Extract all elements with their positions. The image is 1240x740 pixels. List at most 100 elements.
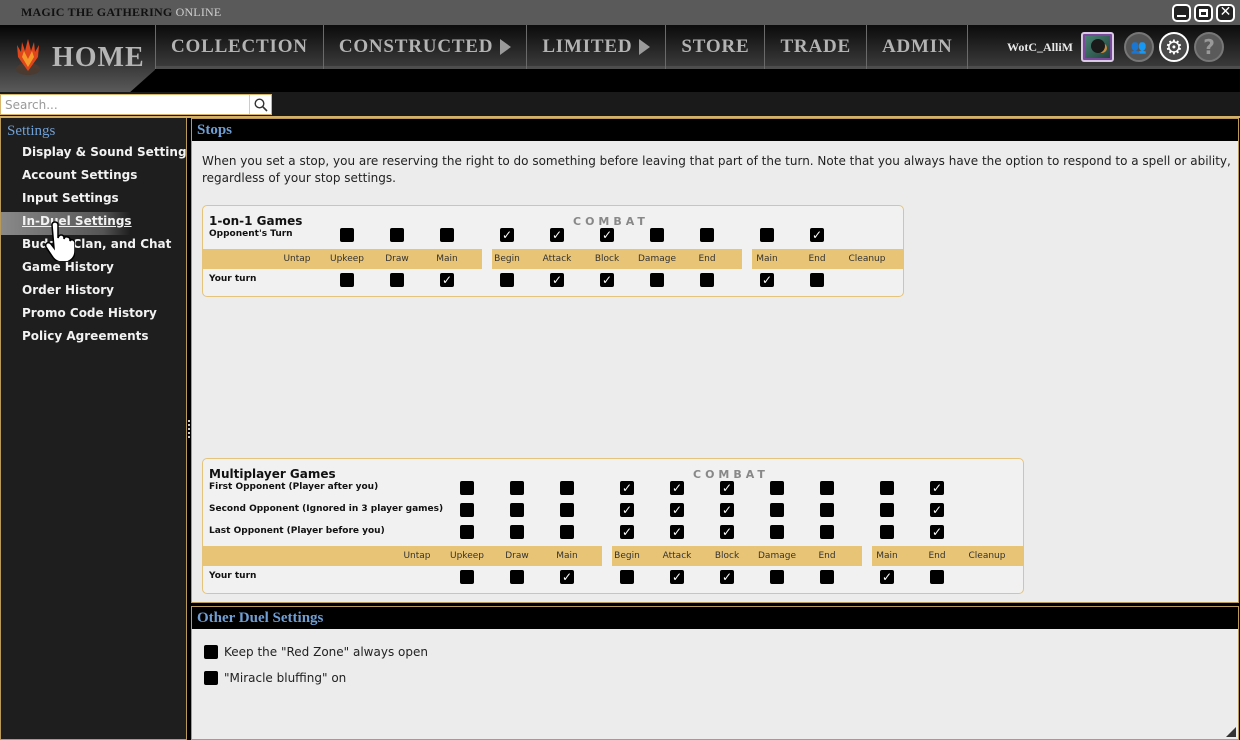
sidebar-item-buddy-clan-and-chat[interactable]: Buddy, Clan, and Chat <box>1 235 186 258</box>
stop-checkbox[interactable] <box>650 228 664 242</box>
nav-store[interactable]: STORE <box>666 25 766 69</box>
stop-checkbox[interactable] <box>340 228 354 242</box>
stop-checkbox-checked[interactable]: ✓ <box>550 273 564 287</box>
settings-button[interactable]: ⚙ <box>1159 32 1189 62</box>
help-button[interactable]: ? <box>1194 32 1224 62</box>
stop-checkbox[interactable] <box>770 570 784 584</box>
stop-checkbox[interactable] <box>820 570 834 584</box>
stop-checkbox[interactable] <box>510 570 524 584</box>
people-icon: 👥 <box>1130 39 1148 55</box>
other-option-1[interactable]: "Miracle bluffing" on <box>204 671 346 685</box>
option-label: Keep the "Red Zone" always open <box>224 645 428 659</box>
sidebar-item-game-history[interactable]: Game History <box>1 258 186 281</box>
stop-checkbox[interactable] <box>880 481 894 495</box>
stop-checkbox-checked[interactable]: ✓ <box>720 570 734 584</box>
option-checkbox[interactable] <box>204 671 218 685</box>
stop-checkbox[interactable] <box>880 525 894 539</box>
stop-checkbox[interactable] <box>510 481 524 495</box>
stop-checkbox-checked[interactable]: ✓ <box>670 525 684 539</box>
stop-checkbox-checked[interactable]: ✓ <box>620 481 634 495</box>
stop-checkbox[interactable] <box>460 481 474 495</box>
stop-checkbox-checked[interactable]: ✓ <box>440 273 454 287</box>
stop-checkbox[interactable] <box>560 525 574 539</box>
sidebar-item-promo-code-history[interactable]: Promo Code History <box>1 304 186 327</box>
social-button[interactable]: 👥 <box>1124 32 1154 62</box>
nav-trade[interactable]: TRADE <box>765 25 867 69</box>
other-duel-settings-panel: Other Duel Settings Keep the "Red Zone" … <box>191 606 1239 740</box>
stop-checkbox[interactable] <box>340 273 354 287</box>
nav-collection[interactable]: COLLECTION <box>155 25 324 69</box>
stop-checkbox[interactable] <box>930 570 944 584</box>
row-label-your-turn: Your turn <box>209 274 257 284</box>
nav-constructed[interactable]: CONSTRUCTED <box>324 25 528 69</box>
stop-checkbox-checked[interactable]: ✓ <box>880 570 894 584</box>
stop-checkbox-checked[interactable]: ✓ <box>620 525 634 539</box>
home-button[interactable]: HOME <box>0 25 155 92</box>
nav-limited[interactable]: LIMITED <box>527 25 667 69</box>
stop-checkbox[interactable] <box>820 481 834 495</box>
maximize-button[interactable] <box>1194 4 1213 22</box>
stop-checkbox[interactable] <box>390 273 404 287</box>
close-button[interactable]: ✕ <box>1216 4 1235 22</box>
stop-checkbox[interactable] <box>770 525 784 539</box>
stop-checkbox[interactable] <box>820 503 834 517</box>
option-checkbox[interactable] <box>204 645 218 659</box>
stop-checkbox-checked[interactable]: ✓ <box>720 503 734 517</box>
stop-checkbox[interactable] <box>560 503 574 517</box>
stop-checkbox-checked[interactable]: ✓ <box>930 503 944 517</box>
stop-checkbox-checked[interactable]: ✓ <box>600 273 614 287</box>
resize-grip-icon[interactable] <box>1226 727 1236 737</box>
stop-checkbox-checked[interactable]: ✓ <box>560 570 574 584</box>
stop-checkbox-checked[interactable]: ✓ <box>930 525 944 539</box>
stop-checkbox[interactable] <box>560 481 574 495</box>
phase-header: Draw <box>385 254 409 264</box>
stop-checkbox-checked[interactable]: ✓ <box>810 228 824 242</box>
nav-admin[interactable]: ADMIN <box>867 25 969 69</box>
sidebar-item-policy-agreements[interactable]: Policy Agreements <box>1 327 186 350</box>
sidebar-item-account-settings[interactable]: Account Settings <box>1 166 186 189</box>
sidebar-item-label: Order History <box>22 283 114 297</box>
stop-checkbox[interactable] <box>650 273 664 287</box>
stop-checkbox-checked[interactable]: ✓ <box>550 228 564 242</box>
stop-checkbox[interactable] <box>460 503 474 517</box>
minimize-button[interactable] <box>1172 4 1191 22</box>
stop-checkbox[interactable] <box>700 228 714 242</box>
stop-checkbox[interactable] <box>500 273 514 287</box>
avatar[interactable] <box>1081 32 1114 62</box>
stop-checkbox[interactable] <box>460 570 474 584</box>
stop-checkbox[interactable] <box>760 228 774 242</box>
sidebar-item-in-duel-settings[interactable]: In-Duel Settings <box>1 212 186 235</box>
stop-checkbox-checked[interactable]: ✓ <box>760 273 774 287</box>
stop-checkbox-checked[interactable]: ✓ <box>720 525 734 539</box>
stop-checkbox[interactable] <box>390 228 404 242</box>
stop-checkbox-checked[interactable]: ✓ <box>600 228 614 242</box>
other-option-0[interactable]: Keep the "Red Zone" always open <box>204 645 428 659</box>
combat-label: COMBAT <box>573 215 649 228</box>
sidebar-item-display-sound-settings[interactable]: Display & Sound Settings <box>1 143 194 166</box>
stop-checkbox[interactable] <box>820 525 834 539</box>
search-button[interactable] <box>249 95 271 114</box>
username[interactable]: WotC_AlliM <box>1007 40 1073 55</box>
row-label-opponent-1: Second Opponent (Ignored in 3 player gam… <box>209 504 444 514</box>
stop-checkbox-checked[interactable]: ✓ <box>930 481 944 495</box>
stop-checkbox[interactable] <box>770 503 784 517</box>
stop-checkbox-checked[interactable]: ✓ <box>720 481 734 495</box>
stop-checkbox[interactable] <box>810 273 824 287</box>
stop-checkbox[interactable] <box>510 525 524 539</box>
stop-checkbox[interactable] <box>620 570 634 584</box>
stop-checkbox[interactable] <box>770 481 784 495</box>
stop-checkbox[interactable] <box>700 273 714 287</box>
search-input[interactable] <box>1 95 249 114</box>
sidebar-item-input-settings[interactable]: Input Settings <box>1 189 186 212</box>
stop-checkbox-checked[interactable]: ✓ <box>670 503 684 517</box>
sidebar-item-order-history[interactable]: Order History <box>1 281 186 304</box>
stop-checkbox-checked[interactable]: ✓ <box>670 481 684 495</box>
stop-checkbox-checked[interactable]: ✓ <box>670 570 684 584</box>
stop-checkbox-checked[interactable]: ✓ <box>620 503 634 517</box>
phase-header: Block <box>594 254 620 264</box>
stop-checkbox[interactable] <box>880 503 894 517</box>
stop-checkbox[interactable] <box>460 525 474 539</box>
stop-checkbox[interactable] <box>440 228 454 242</box>
stop-checkbox[interactable] <box>510 503 524 517</box>
stop-checkbox-checked[interactable]: ✓ <box>500 228 514 242</box>
